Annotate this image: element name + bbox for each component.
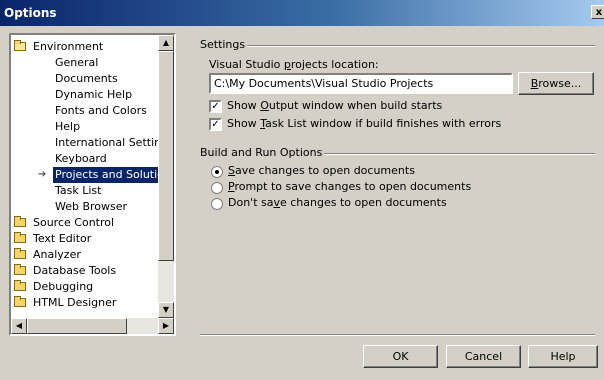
- bottom-divider: [200, 334, 595, 336]
- tree-item-label: HTML Designer: [33, 296, 117, 309]
- tree-item-documents[interactable]: Documents: [11, 71, 163, 87]
- prompt-save-label: Prompt to save changes to open documents: [228, 180, 472, 193]
- tree-item-text-editor[interactable]: Text Editor: [11, 231, 163, 247]
- dont-save-label: Don't save changes to open documents: [228, 196, 447, 209]
- save-changes-label: Save changes to open documents: [228, 164, 415, 177]
- tree-item-analyzer[interactable]: Analyzer: [11, 247, 163, 263]
- tree-item-label: Task List: [55, 184, 102, 197]
- show-tasklist-label: Show Task List window if build finishes …: [227, 117, 502, 130]
- options-tree: Environment General Documents Dynamic He…: [9, 33, 176, 336]
- tree-item-keyboard[interactable]: Keyboard: [11, 151, 163, 167]
- tree-item-label: Debugging: [33, 280, 94, 293]
- dont-save-radio[interactable]: [211, 198, 223, 210]
- browse-button[interactable]: Browse...: [518, 72, 594, 95]
- scroll-right-icon[interactable]: ▶: [158, 318, 174, 334]
- tree-item-international-settings[interactable]: International Settings: [11, 135, 174, 151]
- scroll-left-icon[interactable]: ◀: [11, 318, 27, 334]
- location-label: Visual Studio projects location:: [209, 58, 379, 71]
- tree-item-debugging[interactable]: Debugging: [11, 279, 163, 295]
- tree-list: Environment General Documents Dynamic He…: [11, 39, 174, 311]
- tree-item-projects-and-solutions[interactable]: ➔ Projects and Solutions: [11, 167, 174, 183]
- tree-item-dynamic-help[interactable]: Dynamic Help: [11, 87, 163, 103]
- hscroll-thumb[interactable]: [27, 318, 127, 334]
- tree-item-general[interactable]: General: [11, 55, 163, 71]
- build-group-label: Build and Run Options: [200, 146, 325, 159]
- scroll-thumb[interactable]: [158, 51, 174, 261]
- tree-item-fonts-and-colors[interactable]: Fonts and Colors: [11, 103, 163, 119]
- folder-icon: [14, 264, 26, 275]
- cancel-button[interactable]: Cancel: [446, 345, 521, 368]
- tree-item-label: Dynamic Help: [55, 88, 133, 101]
- window-title: Options: [4, 6, 57, 20]
- tree-item-label: Fonts and Colors: [55, 104, 147, 117]
- tree-item-label: Help: [55, 120, 81, 133]
- selection-arrow-icon: ➔: [38, 169, 47, 180]
- tree-item-label: Documents: [55, 72, 118, 85]
- ok-button[interactable]: OK: [363, 345, 438, 368]
- projects-location-input[interactable]: [209, 73, 513, 94]
- settings-divider: [240, 45, 595, 47]
- help-button[interactable]: Help: [528, 345, 598, 368]
- tree-item-web-browser[interactable]: Web Browser: [11, 199, 163, 215]
- tree-item-label: Database Tools: [33, 264, 117, 277]
- tree-item-label: International Settings: [55, 136, 174, 149]
- folder-icon: [14, 296, 26, 307]
- tree-item-label: Environment: [33, 40, 104, 53]
- prompt-save-radio[interactable]: [211, 182, 223, 194]
- tree-item-database-tools[interactable]: Database Tools: [11, 263, 163, 279]
- folder-icon: [14, 248, 26, 259]
- tree-item-task-list[interactable]: Task List: [11, 183, 163, 199]
- tree-item-html-designer[interactable]: HTML Designer: [11, 295, 163, 311]
- tree-item-label: Analyzer: [33, 248, 81, 261]
- close-button[interactable]: x: [591, 5, 604, 19]
- tree-item-label: Web Browser: [55, 200, 128, 213]
- folder-icon: [14, 280, 26, 291]
- folder-icon: [14, 232, 26, 243]
- folder-open-icon: [14, 40, 26, 51]
- scroll-up-icon[interactable]: ▲: [158, 35, 174, 51]
- build-divider: [310, 153, 595, 155]
- tree-item-label: General: [55, 56, 99, 69]
- scroll-down-icon[interactable]: ▼: [158, 302, 174, 318]
- show-output-label: Show Output window when build starts: [227, 99, 443, 112]
- tree-item-help[interactable]: Help: [11, 119, 163, 135]
- show-tasklist-checkbox[interactable]: ✓: [209, 118, 222, 131]
- tree-item-label: Text Editor: [33, 232, 92, 245]
- tree-item-label: Keyboard: [55, 152, 107, 165]
- title-bar: Options x: [0, 0, 604, 26]
- tree-item-source-control[interactable]: Source Control: [11, 215, 163, 231]
- tree-item-label: Source Control: [33, 216, 115, 229]
- tree-item-environment[interactable]: Environment: [11, 39, 163, 55]
- save-changes-radio[interactable]: [211, 166, 223, 178]
- folder-icon: [14, 216, 26, 227]
- tree-horizontal-scrollbar[interactable]: ◀ ▶: [11, 318, 174, 334]
- tree-vertical-scrollbar[interactable]: ▲ ▼: [158, 35, 174, 318]
- show-output-checkbox[interactable]: ✓: [209, 100, 222, 113]
- settings-group-label: Settings: [200, 38, 248, 51]
